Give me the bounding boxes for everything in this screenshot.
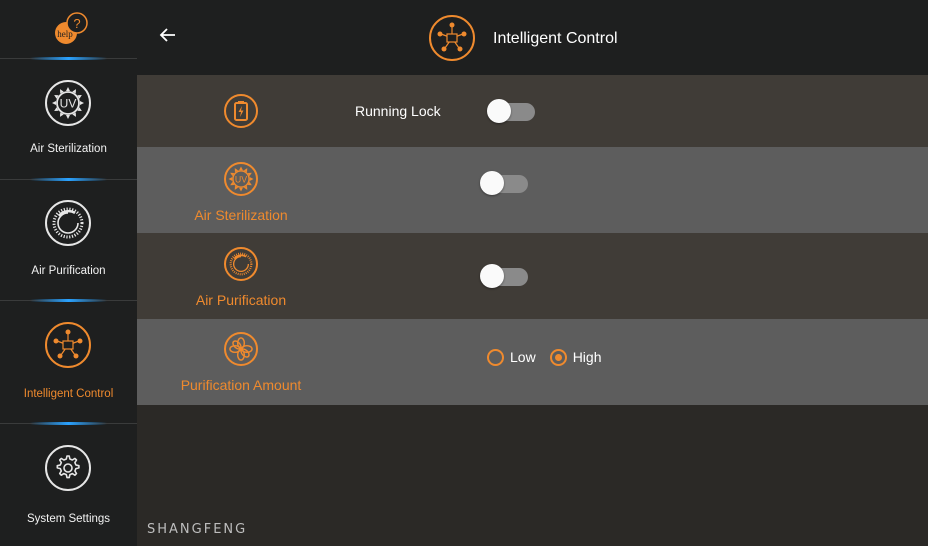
setting-row-air-sterilization: UV Air Sterilization bbox=[137, 147, 928, 233]
running-lock-toggle[interactable] bbox=[487, 98, 537, 124]
battery-lock-icon bbox=[224, 94, 258, 128]
radio-button bbox=[549, 348, 567, 366]
intelligent-control-icon bbox=[45, 322, 91, 368]
gear-icon bbox=[45, 445, 91, 491]
radio-low[interactable]: Low bbox=[487, 348, 536, 366]
radio-label: Low bbox=[510, 349, 536, 365]
sidebar-item-system-settings[interactable]: System Settings bbox=[0, 426, 137, 544]
running-lock-label: Running Lock bbox=[355, 103, 441, 119]
help-button[interactable]: ? help bbox=[0, 0, 137, 64]
radio-high[interactable]: High bbox=[549, 348, 602, 366]
air-sterilization-label: Air Sterilization bbox=[194, 207, 288, 223]
sidebar-item-label: Air Purification bbox=[31, 265, 106, 277]
setting-row-running-lock: Running Lock bbox=[137, 75, 928, 147]
fan-icon bbox=[224, 332, 258, 366]
page-title: Intelligent Control bbox=[493, 30, 618, 47]
air-purification-label: Air Purification bbox=[195, 292, 287, 308]
air-purification-toggle[interactable] bbox=[480, 263, 530, 289]
sidebar: ? help UV Air Sterilization Air Purifica… bbox=[0, 0, 137, 546]
air-purification-icon bbox=[45, 200, 91, 246]
air-sterilization-toggle[interactable] bbox=[480, 170, 530, 196]
setting-row-purification-amount: Purification Amount Low High bbox=[137, 319, 928, 405]
sidebar-item-air-sterilization[interactable]: UV Air Sterilization bbox=[0, 64, 137, 182]
sidebar-item-label: Intelligent Control bbox=[23, 388, 114, 400]
intelligent-control-icon bbox=[429, 15, 475, 61]
purification-amount-label: Purification Amount bbox=[180, 377, 302, 393]
sidebar-divider bbox=[0, 57, 137, 61]
radio-label: High bbox=[572, 349, 602, 365]
help-icon: ? help bbox=[55, 12, 88, 44]
brand-logo: SHANGFENG bbox=[147, 522, 248, 537]
purification-amount-radio-group: Low High bbox=[487, 347, 615, 367]
setting-row-air-purification: Air Purification bbox=[137, 233, 928, 319]
uv-sun-icon: UV bbox=[45, 80, 91, 126]
sidebar-item-label: System Settings bbox=[26, 513, 111, 525]
svg-text:?: ? bbox=[73, 16, 80, 31]
svg-text:help: help bbox=[57, 29, 73, 39]
radio-button bbox=[487, 348, 504, 366]
sidebar-item-air-purification[interactable]: Air Purification bbox=[0, 182, 137, 300]
sidebar-item-intelligent-control[interactable]: Intelligent Control bbox=[0, 303, 137, 421]
sidebar-item-label: Air Sterilization bbox=[30, 143, 107, 155]
header: Intelligent Control bbox=[137, 0, 928, 75]
uv-sun-icon: UV bbox=[224, 162, 258, 196]
air-purification-icon bbox=[224, 247, 258, 281]
toggle-knob bbox=[487, 99, 511, 123]
toggle-knob bbox=[480, 171, 504, 195]
svg-text:UV: UV bbox=[60, 97, 77, 111]
svg-text:UV: UV bbox=[235, 174, 247, 184]
back-arrow-icon[interactable] bbox=[159, 26, 177, 44]
toggle-knob bbox=[480, 264, 504, 288]
